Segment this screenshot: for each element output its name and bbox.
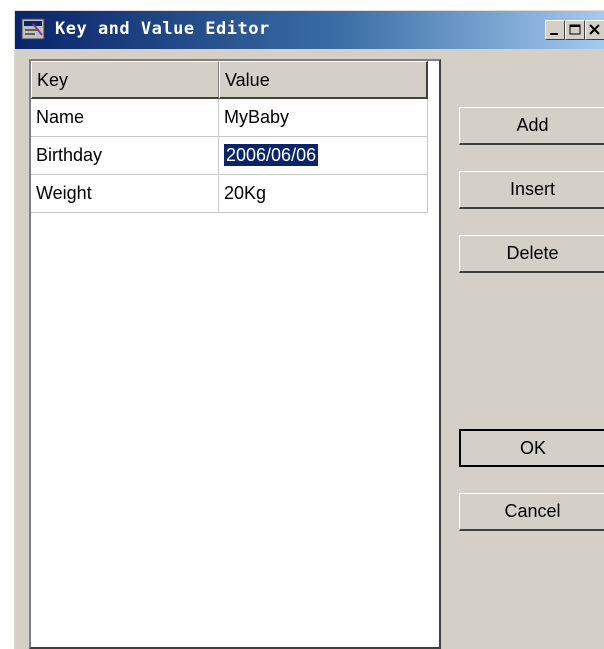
maximize-button[interactable]	[565, 20, 585, 40]
delete-button[interactable]: Delete	[459, 235, 604, 273]
table-row[interactable]: Weight 20Kg	[31, 175, 428, 213]
key-cell[interactable]: Weight	[31, 175, 219, 213]
key-value-editor-window: Key and Value Editor Key Value Name MyBa…	[14, 10, 604, 649]
add-button[interactable]: Add	[459, 107, 604, 145]
column-header-key[interactable]: Key	[31, 61, 219, 99]
ok-button[interactable]: OK	[459, 429, 604, 467]
close-icon	[589, 24, 600, 35]
minimize-button[interactable]	[545, 20, 565, 40]
cancel-button[interactable]: Cancel	[459, 493, 604, 531]
table-row[interactable]: Birthday 2006/06/06	[31, 137, 428, 175]
value-cell-selected[interactable]: 2006/06/06	[219, 137, 428, 175]
column-header-value[interactable]: Value	[219, 61, 428, 99]
key-cell[interactable]: Name	[31, 99, 219, 137]
maximize-icon	[569, 24, 581, 35]
app-window-icon	[21, 18, 45, 40]
window-title: Key and Value Editor	[55, 19, 270, 39]
key-cell[interactable]: Birthday	[31, 137, 219, 175]
selected-value-text[interactable]: 2006/06/06	[224, 144, 319, 166]
minimize-icon	[550, 33, 558, 35]
insert-button[interactable]: Insert	[459, 171, 604, 209]
grid-header-row: Key Value	[31, 61, 428, 99]
title-bar[interactable]: Key and Value Editor	[15, 11, 604, 49]
table-row[interactable]: Name MyBaby	[31, 99, 428, 137]
key-value-grid[interactable]: Key Value Name MyBaby Birthday 2006/06/0…	[29, 59, 441, 649]
close-button[interactable]	[585, 20, 604, 40]
value-cell[interactable]: MyBaby	[219, 99, 428, 137]
value-cell[interactable]: 20Kg	[219, 175, 428, 213]
